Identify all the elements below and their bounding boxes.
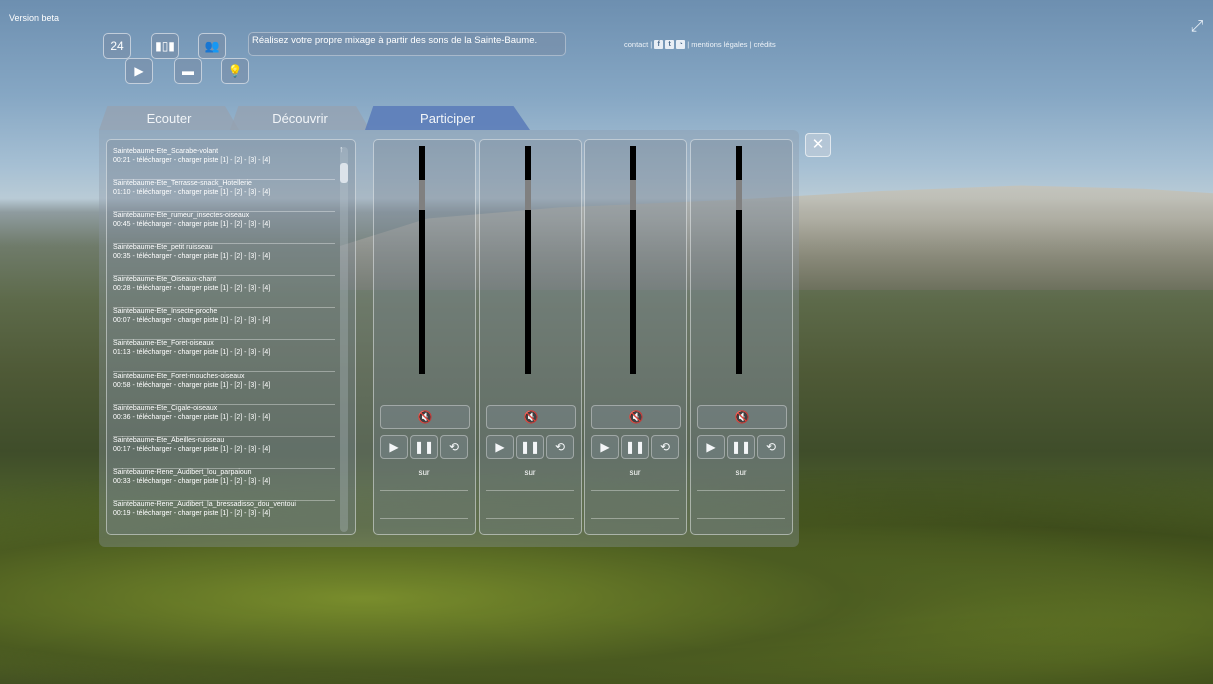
- speaker-muted-icon[interactable]: 🔇: [486, 405, 576, 429]
- contact-link[interactable]: contact |: [624, 40, 652, 49]
- fullscreen-icon[interactable]: ⤢: [1187, 17, 1207, 37]
- track-slot: [591, 490, 679, 519]
- loop-button[interactable]: ⟲: [440, 435, 468, 459]
- version-label: Version beta: [9, 13, 60, 23]
- track-slot: [486, 518, 574, 547]
- equalizer-icon[interactable]: ▮▯▮: [151, 33, 179, 59]
- lightbulb-icon[interactable]: 💡: [221, 58, 249, 84]
- tab-participer[interactable]: Participer: [365, 106, 530, 130]
- track-1: 🔇 ▶ ❚❚ ⟲ sur: [373, 139, 476, 535]
- track-slot: [591, 518, 679, 547]
- calendar-icon[interactable]: 24: [103, 33, 131, 59]
- pause-button[interactable]: ❚❚: [621, 435, 649, 459]
- list-item[interactable]: Saintebaume-Ete_petit ruisseau 00:35 - té…: [113, 243, 335, 276]
- list-scrollbar[interactable]: ↑: [339, 144, 348, 532]
- loop-button[interactable]: ⟲: [651, 435, 679, 459]
- list-item[interactable]: Saintebaume-Rene_Audibert_lou_parpaioun 0…: [113, 468, 335, 501]
- track-slot: [380, 490, 468, 519]
- chat-icon[interactable]: ▬: [174, 58, 202, 84]
- speaker-muted-icon[interactable]: 🔇: [697, 405, 787, 429]
- list-item[interactable]: Saintebaume-Ete_Scarabe-volant 00:21 - té…: [113, 147, 335, 180]
- track-slot: [486, 490, 574, 519]
- tab-ecouter[interactable]: Ecouter: [99, 106, 239, 130]
- speaker-muted-icon[interactable]: 🔇: [591, 405, 681, 429]
- list-item[interactable]: Saintebaume-Ete_Cigale-oiseaux 00:36 - té…: [113, 404, 335, 437]
- list-item[interactable]: Saintebaume-Ete_Oiseaux-chant 00:28 - tél…: [113, 275, 335, 308]
- track-4: 🔇 ▶ ❚❚ ⟲ sur: [690, 139, 793, 535]
- video-icon[interactable]: ▶: [125, 58, 153, 84]
- list-item[interactable]: Saintebaume-Ete_Foret-oiseaux 01:13 - tél…: [113, 339, 335, 372]
- scroll-thumb[interactable]: [340, 163, 348, 183]
- fader-knob[interactable]: [630, 180, 636, 210]
- pause-button[interactable]: ❚❚: [410, 435, 438, 459]
- volume-fader[interactable]: [630, 146, 636, 374]
- users-icon[interactable]: 👥: [198, 33, 226, 59]
- volume-fader[interactable]: [419, 146, 425, 374]
- sur-label: sur: [735, 468, 747, 477]
- tab-decouvrir[interactable]: Découvrir: [230, 106, 370, 130]
- track-3: 🔇 ▶ ❚❚ ⟲ sur: [584, 139, 687, 535]
- play-button[interactable]: ▶: [380, 435, 408, 459]
- facebook-icon[interactable]: f: [654, 40, 664, 49]
- list-item[interactable]: Saintebaume-Ete_rumeur_insectes-oiseaux 0…: [113, 211, 335, 244]
- pause-button[interactable]: ❚❚: [516, 435, 544, 459]
- scroll-up-icon[interactable]: ↑: [339, 144, 344, 154]
- top-links: contact | f t ◔ | mentions légales | cré…: [624, 40, 776, 49]
- track-slot: [697, 490, 785, 519]
- track-slot: [697, 518, 785, 547]
- play-button[interactable]: ▶: [591, 435, 619, 459]
- play-button[interactable]: ▶: [697, 435, 725, 459]
- fader-knob[interactable]: [525, 180, 531, 210]
- loop-button[interactable]: ⟲: [546, 435, 574, 459]
- list-item[interactable]: Saintebaume-Ete_Foret-mouches-oiseaux 00:…: [113, 372, 335, 405]
- legal-links[interactable]: | mentions légales | crédits: [687, 40, 776, 49]
- sur-label: sur: [524, 468, 536, 477]
- fader-knob[interactable]: [736, 180, 742, 210]
- rss-icon[interactable]: ◔: [676, 40, 686, 49]
- list-item[interactable]: Saintebaume-Ete_Terrasse-snack_Hotelleri…: [113, 179, 335, 212]
- loop-button[interactable]: ⟲: [757, 435, 785, 459]
- sur-label: sur: [629, 468, 641, 477]
- sound-list: Saintebaume-Ete_Scarabe-volant 00:21 - té…: [106, 139, 356, 535]
- track-2: 🔇 ▶ ❚❚ ⟲ sur: [479, 139, 582, 535]
- volume-fader[interactable]: [525, 146, 531, 374]
- list-item[interactable]: Saintebaume-Rene_Audibert_la_bressadisso…: [113, 500, 335, 532]
- sur-label: sur: [418, 468, 430, 477]
- play-button[interactable]: ▶: [486, 435, 514, 459]
- track-slot: [380, 518, 468, 547]
- banner-text: Réalisez votre propre mixage à partir de…: [248, 32, 566, 56]
- volume-fader[interactable]: [736, 146, 742, 374]
- list-item[interactable]: Saintebaume-Ete_Abeilles-ruisseau 00:17 -…: [113, 436, 335, 469]
- fader-knob[interactable]: [419, 180, 425, 210]
- twitter-icon[interactable]: t: [665, 40, 675, 49]
- list-item[interactable]: Saintebaume-Ete_Insecte-proche 00:07 - té…: [113, 307, 335, 340]
- close-icon[interactable]: ✕: [805, 133, 831, 157]
- speaker-muted-icon[interactable]: 🔇: [380, 405, 470, 429]
- pause-button[interactable]: ❚❚: [727, 435, 755, 459]
